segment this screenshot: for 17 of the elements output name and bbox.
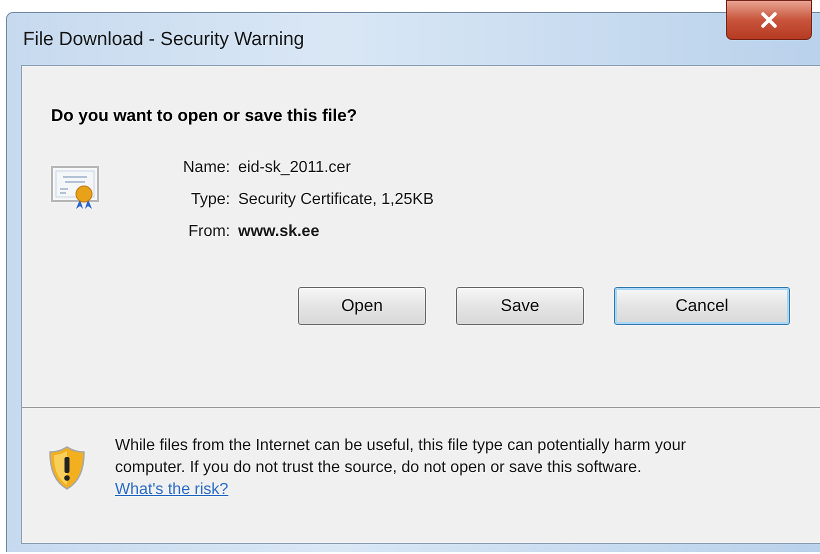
dialog-button[interactable]: Cancel xyxy=(614,287,790,325)
field-label: Type: xyxy=(190,191,230,209)
field-label: From: xyxy=(187,223,230,241)
warning-shield-icon xyxy=(49,446,85,490)
dialog-button[interactable]: Save xyxy=(456,287,584,325)
field-value: www.sk.ee xyxy=(238,223,320,241)
field-value: Security Certificate, 1,25KB xyxy=(238,191,434,209)
field-value: eid-sk_2011.cer xyxy=(238,159,352,177)
dialog-button[interactable]: Open xyxy=(298,287,426,325)
dialog-heading: Do you want to open or save this file? xyxy=(51,106,358,126)
field-label: Name: xyxy=(183,159,230,177)
risk-link[interactable]: What's the risk? xyxy=(115,480,228,498)
warning-text: While files from the Internet can be useful, this file type can potentially harm your computer. If you do not trust the source, do not open or save this software. What's the risk? xyxy=(115,436,687,500)
close-icon xyxy=(760,12,778,28)
certificate-icon xyxy=(51,165,101,211)
close-button[interactable] xyxy=(726,0,812,40)
window-title: File Download - Security Warning xyxy=(23,29,304,51)
